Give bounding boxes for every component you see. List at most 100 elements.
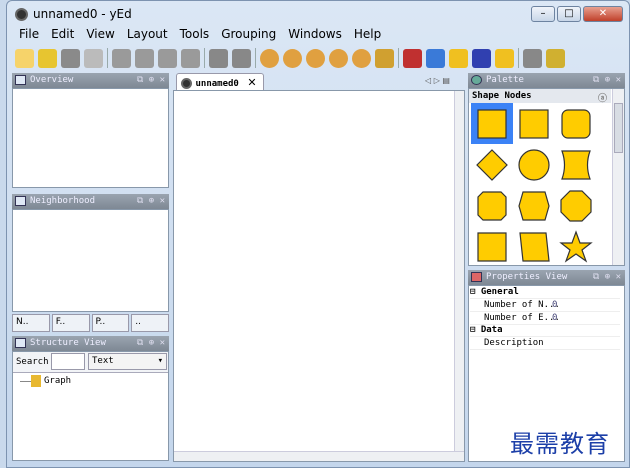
structure-title: Structure View [30,338,106,348]
panel-controls-icon[interactable]: ⧉ ⊕ ✕ [593,73,621,88]
tree-item-graph[interactable]: Graph [44,376,71,386]
menu-tools[interactable]: Tools [174,25,216,43]
filter-value: Text [92,356,114,366]
panel-controls-icon[interactable]: ⧉ ⊕ ✕ [137,194,165,209]
tab-neighborhood[interactable]: N.. [12,314,50,332]
tab-more[interactable]: .. [131,314,169,332]
redo-icon[interactable] [232,48,251,68]
neighborhood-panel [12,209,169,312]
star-icon [559,229,593,263]
panel-controls-icon[interactable]: ⧉ ⊕ ✕ [137,336,165,351]
menu-bar: File Edit View Layout Tools Grouping Win… [13,25,387,43]
trapezoid-icon [477,231,507,262]
shape-parallelogram[interactable] [513,226,555,267]
tab-p[interactable]: P.. [91,314,130,332]
shape-banner[interactable] [555,144,597,185]
octagon-icon [560,189,592,222]
shape-hexagon[interactable] [513,185,555,226]
search-label: Search [16,357,49,367]
zoom-selection-icon[interactable] [352,48,371,68]
menu-view[interactable]: View [80,25,120,43]
title-bar: unnamed0 - yEd [15,7,132,21]
menu-edit[interactable]: Edit [45,25,80,43]
menu-help[interactable]: Help [348,25,387,43]
close-button[interactable]: ✕ [583,6,623,22]
tab-unnamed0[interactable]: unnamed0 ✕ [176,73,264,91]
shape-rounded-rectangle[interactable] [555,103,597,144]
group-label: General [480,287,519,297]
ellipse-icon [518,148,550,181]
grid-icon[interactable] [472,48,491,68]
close-tab-icon[interactable]: ✕ [247,76,256,89]
structure-icon [15,338,26,348]
toolbar-separator [398,48,399,68]
toolbar-separator [107,48,108,68]
structure-header: Structure View ⧉ ⊕ ✕ [12,336,169,351]
group-label: Data [480,325,503,335]
zoom-out-icon[interactable] [283,48,302,68]
paste-icon[interactable] [158,48,177,68]
structure-panel: Search Text ▾ Graph [12,351,169,461]
tab-f[interactable]: F.. [51,314,90,332]
properties-header: Properties View ⧉ ⊕ ✕ [468,270,625,285]
shape-rectangle[interactable] [471,103,513,144]
neighborhood-title: Neighborhood [30,196,96,206]
toolbar [15,45,565,71]
neighborhood-icon [15,196,26,206]
port-mode-icon[interactable] [495,48,514,68]
plugin-icon[interactable] [523,48,542,68]
watermark: 最需教育 [510,430,610,458]
zoom-in-icon[interactable] [260,48,279,68]
group-data[interactable]: ⊟ Data [470,324,620,337]
shape-octagon[interactable] [555,185,597,226]
new-document-icon[interactable] [15,48,34,68]
menu-file[interactable]: File [13,25,45,43]
tab-scroll-icons[interactable]: ◁ ▷ ▤ [425,76,450,85]
layout-wizard-icon[interactable] [546,48,565,68]
cut-icon[interactable] [112,48,131,68]
menu-windows[interactable]: Windows [282,25,348,43]
export-icon[interactable] [84,48,103,68]
delete-icon[interactable] [181,48,200,68]
shape-ellipse[interactable] [513,144,555,185]
minimize-button[interactable]: – [531,6,555,22]
maximize-button[interactable]: □ [557,6,581,22]
menu-grouping[interactable]: Grouping [215,25,282,43]
tab-label: unnamed0 [195,79,239,89]
palette-scrollbar[interactable] [612,89,624,265]
horizontal-scrollbar[interactable] [174,451,464,461]
shape-diamond[interactable] [471,144,513,185]
palette-section[interactable]: Shape Nodes ⓐ [469,89,611,104]
group-general[interactable]: ⊟ General [470,286,620,299]
property-row[interactable]: Number of N... 0 [470,299,620,312]
panel-controls-icon[interactable]: ⧉ ⊕ ✕ [137,73,165,88]
open-icon[interactable] [38,48,57,68]
vertical-scrollbar[interactable] [454,91,464,461]
property-row[interactable]: Description [470,337,620,350]
menu-layout[interactable]: Layout [121,25,174,43]
chevron-down-icon: ▾ [157,356,163,366]
shape-star[interactable] [555,226,597,267]
filter-select[interactable]: Text ▾ [88,353,167,370]
search-input[interactable] [51,353,85,370]
shape-trapezoid[interactable] [471,226,513,267]
property-key: Number of E... [484,313,560,323]
overview-panel [12,88,169,188]
copy-icon[interactable] [135,48,154,68]
zoom-fit-icon[interactable] [329,48,348,68]
zoom-100-icon[interactable] [306,48,325,68]
shape-cut-rectangle[interactable] [471,185,513,226]
left-panel-tabs: N.. F.. P.. .. [12,314,169,332]
graph-canvas[interactable] [173,90,465,462]
shape-square[interactable] [513,103,555,144]
save-icon[interactable] [61,48,80,68]
overview-icon [15,75,26,85]
panel-controls-icon[interactable]: ⧉ ⊕ ✕ [593,270,621,285]
navigation-icon[interactable] [426,48,445,68]
fit-content-icon[interactable] [375,48,394,68]
undo-icon[interactable] [209,48,228,68]
cut-rectangle-icon [477,190,507,221]
orthogonal-edges-icon[interactable] [449,48,468,68]
edit-mode-icon[interactable] [403,48,422,68]
shape-grid [471,103,607,267]
